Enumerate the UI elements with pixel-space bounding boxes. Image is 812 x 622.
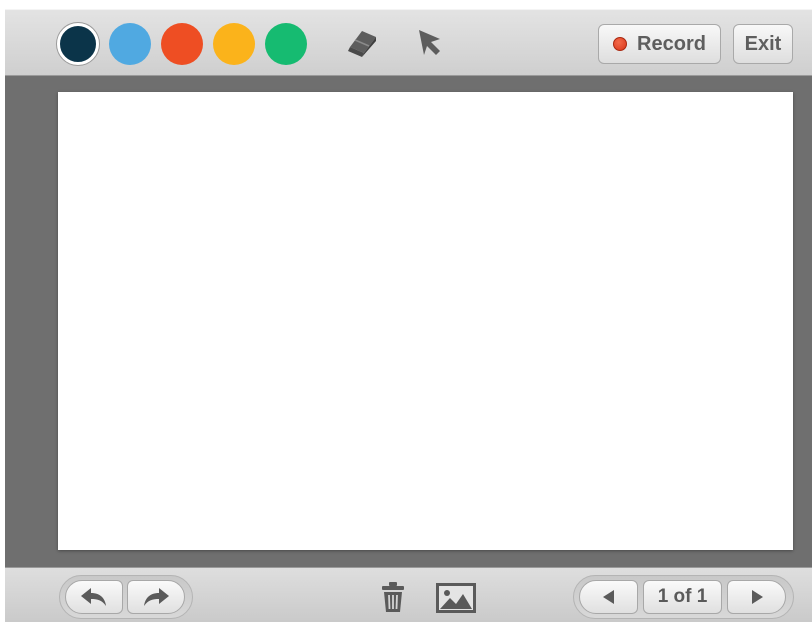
page-indicator: 1 of 1	[643, 580, 722, 614]
prev-page-button[interactable]	[579, 580, 638, 614]
color-swatch-green[interactable]	[265, 23, 307, 65]
color-swatch-red[interactable]	[161, 23, 203, 65]
redo-icon	[144, 588, 169, 606]
color-swatch-blue[interactable]	[109, 23, 151, 65]
color-swatch-orange[interactable]	[213, 23, 255, 65]
next-page-icon	[751, 590, 763, 604]
record-dot-icon	[613, 37, 628, 51]
exit-button-label: Exit	[744, 32, 782, 55]
eraser-icon[interactable]	[342, 25, 382, 63]
history-controls	[59, 575, 193, 619]
undo-button[interactable]	[65, 580, 123, 614]
whiteboard-app: Record Exit 1 of 1	[0, 0, 812, 622]
drawing-canvas[interactable]	[58, 92, 793, 550]
trash-icon[interactable]	[379, 581, 407, 618]
workspace	[5, 76, 812, 567]
pointer-icon[interactable]	[410, 25, 450, 63]
record-button[interactable]: Record	[598, 24, 721, 64]
bottom-toolbar: 1 of 1	[5, 567, 812, 622]
next-page-button[interactable]	[727, 580, 786, 614]
image-icon[interactable]	[435, 582, 477, 619]
prev-page-icon	[602, 590, 614, 604]
page-navigation: 1 of 1	[573, 575, 794, 619]
color-swatch-navy[interactable]	[57, 23, 99, 65]
top-toolbar: Record Exit	[5, 9, 812, 76]
redo-button[interactable]	[127, 580, 185, 614]
exit-button[interactable]: Exit	[733, 24, 793, 64]
undo-icon	[81, 588, 106, 606]
record-button-label: Record	[637, 32, 706, 55]
